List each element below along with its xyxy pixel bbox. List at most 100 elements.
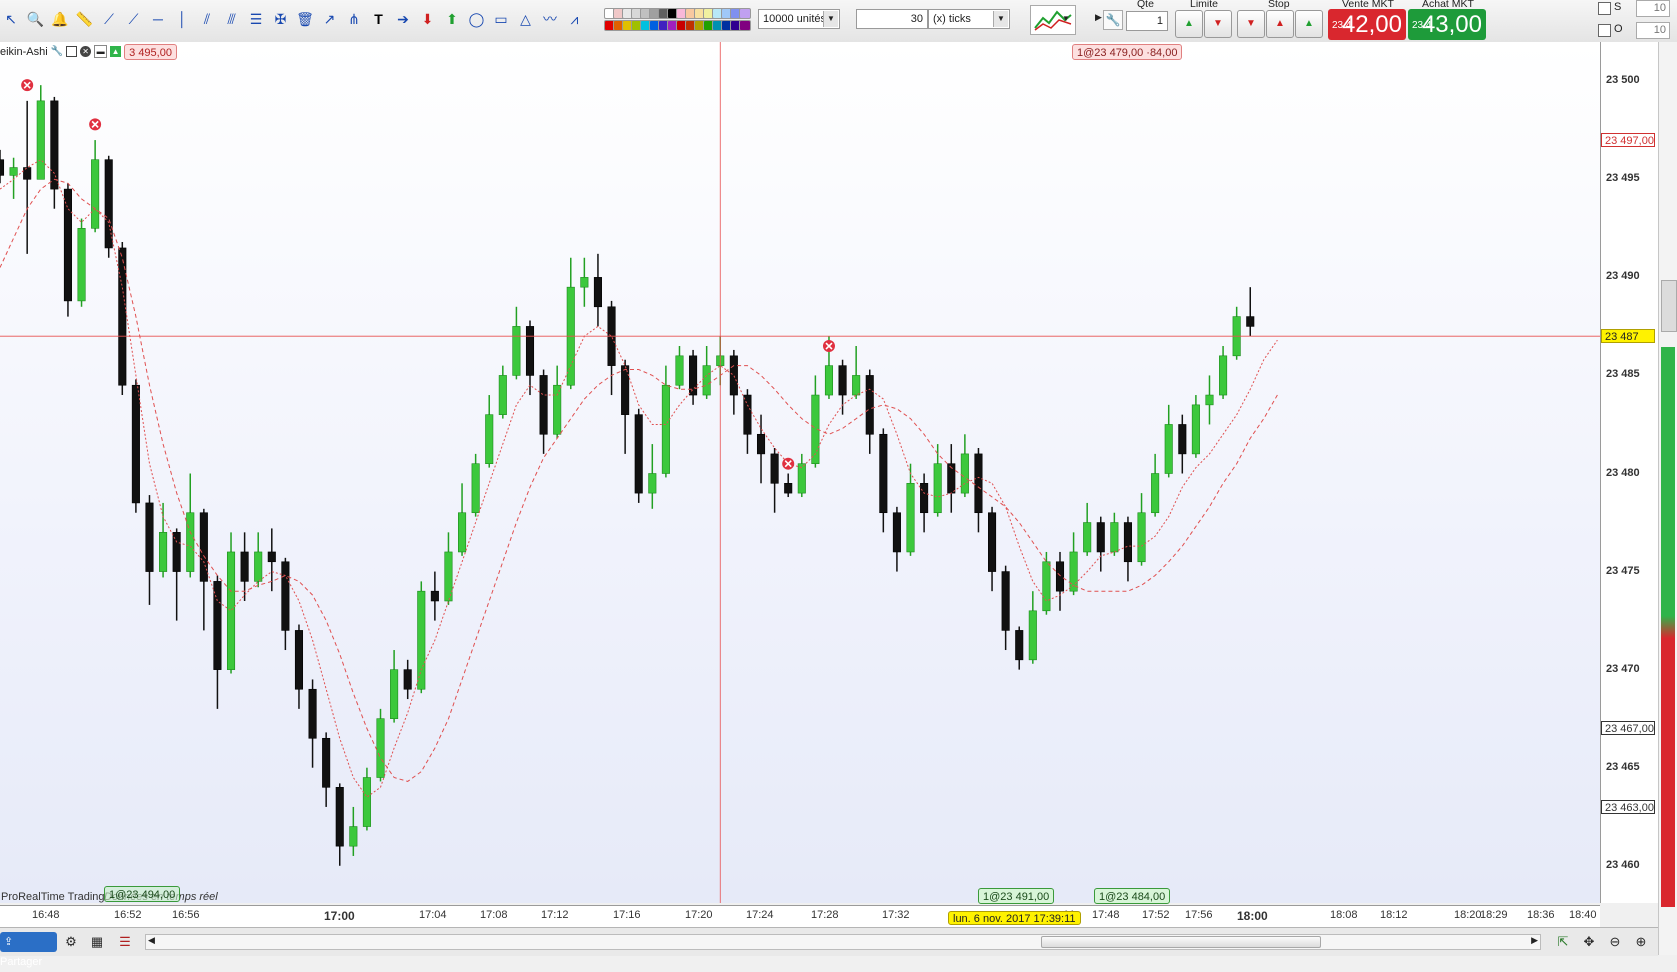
right-arrow-icon[interactable]: ➔ [392, 5, 414, 33]
price-tick: 23 465 [1606, 760, 1640, 773]
time-tick: 16:48 [32, 909, 60, 921]
candle-up [458, 512, 467, 553]
delete-icon[interactable]: 🗑 [294, 5, 316, 33]
order-chip-2[interactable]: 1@23 484,00 [1094, 888, 1171, 904]
candle-up [444, 551, 453, 602]
sell-price: 42,00 [1341, 11, 1402, 38]
time-tick: 17:52 [1142, 909, 1170, 921]
down-arrow-icon[interactable]: ⬇ [417, 5, 439, 33]
time-tick: 18:20 [1454, 909, 1482, 921]
candle-down [308, 688, 317, 739]
zoom-out-icon[interactable]: ⊖ [1606, 933, 1624, 951]
candle-up [702, 365, 711, 396]
ticks-input[interactable]: 30 [856, 9, 928, 29]
sell-market-button[interactable]: 23 4 42,00 [1328, 9, 1406, 40]
limite-label: Limite [1190, 0, 1219, 10]
triangle-icon[interactable]: △ [515, 5, 537, 33]
ellipse-icon[interactable]: ◯ [466, 5, 488, 33]
units-combo[interactable]: 10000 unités ▼ [758, 9, 840, 29]
share-label: Partager [0, 956, 43, 968]
chevron-down-icon[interactable]: ▼ [993, 11, 1008, 27]
wrench-icon[interactable]: 🔧 [51, 46, 63, 57]
trailing-stop-button[interactable]: ▲ [1295, 10, 1323, 38]
order-level-box[interactable]: 23 497,00 [1601, 133, 1655, 148]
order-level-box[interactable]: 23 467,00 [1601, 721, 1655, 736]
wrench-icon[interactable]: 🔧 [1103, 10, 1123, 30]
indicators-icon[interactable]: ⚙ [62, 933, 80, 951]
price-chart[interactable] [0, 42, 1600, 903]
scroll-thumb[interactable] [1041, 936, 1321, 948]
close-icon[interactable]: ✕ [80, 46, 92, 57]
qte-input[interactable]: 1 [1126, 11, 1168, 31]
candle-down [770, 453, 779, 484]
text-icon[interactable]: T [368, 5, 390, 33]
zigzag-icon[interactable]: ⩘ [564, 5, 586, 33]
vertical-line-icon[interactable]: │ [172, 5, 194, 33]
stop-icon: ▲ [1275, 18, 1285, 29]
polyline-icon[interactable]: 〰 [539, 5, 561, 33]
pointer-icon[interactable]: ↖ [0, 5, 22, 33]
zoom-icon[interactable]: 🔍 [25, 5, 47, 33]
buy-market-button[interactable]: 23 4 43,00 [1408, 9, 1486, 40]
chart-area[interactable] [0, 42, 1600, 903]
autoscale-icon[interactable]: ⇱ [1554, 933, 1572, 951]
candle-up [553, 384, 562, 435]
parallel-channel-icon[interactable]: ⫽ [196, 5, 218, 33]
sell-limit-button[interactable]: ▼ [1204, 10, 1232, 38]
option-s-spinner[interactable]: 10 [1636, 0, 1670, 17]
candle-down [63, 188, 72, 302]
caret-right-icon[interactable]: ▶ [1095, 12, 1102, 23]
fibonacci-retracement-icon[interactable]: ☰ [245, 5, 267, 33]
option-s-value: 10 [1653, 2, 1666, 14]
fibonacci-fan-icon[interactable]: ⫻ [221, 5, 243, 33]
candle-down [1123, 522, 1132, 563]
candle-up [1151, 473, 1160, 514]
color-swatch[interactable] [739, 20, 751, 31]
scroll-right-icon[interactable]: ▶ [1531, 935, 1538, 946]
up-arrow-icon[interactable]: ▲ [110, 46, 122, 57]
pan-icon[interactable]: ✥ [1580, 933, 1598, 951]
order-chip-left[interactable]: 1@23 494,00 [104, 886, 181, 902]
candle-up [1083, 522, 1092, 553]
horizontal-line-icon[interactable]: ─ [147, 5, 169, 33]
chevron-down-icon[interactable]: ▼ [1062, 14, 1070, 23]
chevron-down-icon[interactable]: ▼ [823, 11, 838, 27]
window-icon[interactable] [66, 46, 78, 57]
candle-up [797, 463, 806, 494]
buy-limit-button[interactable]: ▲ [1175, 10, 1203, 38]
candle-down [281, 561, 290, 631]
option-s-checkbox[interactable] [1598, 2, 1611, 15]
order-list-icon[interactable]: ☰ [116, 933, 134, 951]
rectangle-icon[interactable]: ▭ [490, 5, 512, 33]
order-level-box[interactable]: 23 463,00 [1601, 799, 1655, 814]
option-o-spinner[interactable]: 10 [1636, 22, 1670, 39]
pitchfork-icon[interactable]: ⋔ [343, 5, 365, 33]
candle-down [865, 375, 874, 435]
stop-icon: ▲ [1304, 18, 1314, 29]
order-chip-1[interactable]: 1@23 491,00 [978, 888, 1055, 904]
share-icon: ⇪ [4, 936, 14, 948]
color-swatch[interactable] [739, 8, 751, 19]
segment-icon[interactable]: ⟋ [123, 5, 145, 33]
stop-limit-button[interactable]: ▲ [1266, 10, 1294, 38]
arrow-line-icon[interactable]: ↗ [319, 5, 341, 33]
share-button[interactable]: ⇪ Partager [0, 932, 57, 968]
trendline-icon[interactable]: ⟋ [98, 5, 120, 33]
horizontal-scrollbar[interactable]: ◀ ▶ [145, 934, 1541, 950]
up-arrow-icon[interactable]: ⬆ [441, 5, 463, 33]
time-axis[interactable] [0, 905, 1600, 927]
zoom-in-icon[interactable]: ⊕ [1632, 933, 1650, 951]
gann-icon[interactable]: ✠ [270, 5, 292, 33]
candle-up [906, 483, 915, 553]
calculator-icon[interactable]: ▦ [88, 933, 106, 951]
option-o-checkbox[interactable] [1598, 24, 1611, 37]
alarm-bell-icon[interactable]: 🔔 [49, 5, 71, 33]
buy-stop-button[interactable]: ▼ [1237, 10, 1265, 38]
ruler-icon[interactable]: 📏 [74, 5, 96, 33]
candle-down [729, 355, 738, 396]
ticks-unit-combo[interactable]: (x) ticks ▼ [928, 9, 1010, 29]
side-tab[interactable] [1661, 280, 1677, 332]
scroll-left-icon[interactable]: ◀ [148, 935, 155, 946]
minus-icon[interactable]: ▬ [94, 45, 108, 58]
price-tick: 23 490 [1606, 270, 1640, 283]
